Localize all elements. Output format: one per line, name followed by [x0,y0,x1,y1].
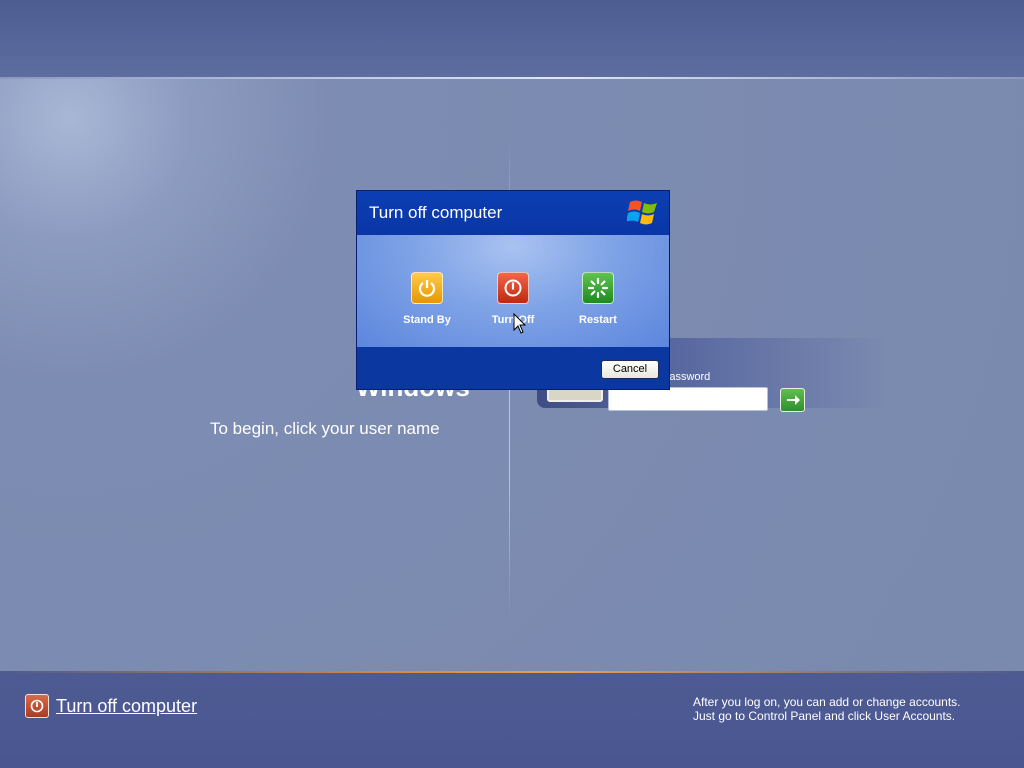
hint-line-2: Just go to Control Panel and click User … [693,709,956,723]
restart-button[interactable]: Restart [558,272,638,326]
standby-icon [411,272,443,304]
dialog-title: Turn off computer [369,203,503,222]
top-band [0,0,1024,77]
log-on-arrow-button[interactable] [780,388,805,412]
password-input[interactable] [608,387,768,411]
accounts-hint: After you log on, you can add or change … [693,695,961,723]
restart-label: Restart [579,314,617,326]
arrow-right-icon [786,395,800,405]
power-icon [497,272,529,304]
begin-instruction: To begin, click your user name [210,419,440,438]
windows-logo-icon [627,200,657,225]
mouse-cursor-icon [513,313,527,334]
turn-off-computer-label[interactable]: Turn off computer [56,694,197,718]
restart-icon [582,272,614,304]
stand-by-button[interactable]: Stand By [387,272,467,326]
turn-off-dialog: Turn off computer Stand By Turn Off Rest… [356,190,670,390]
stand-by-label: Stand By [403,314,451,326]
hint-line-1: After you log on, you can add or change … [693,695,961,709]
dialog-title-bar: Turn off computer [357,191,669,235]
power-icon [25,694,49,718]
cancel-button[interactable]: Cancel [601,360,659,379]
